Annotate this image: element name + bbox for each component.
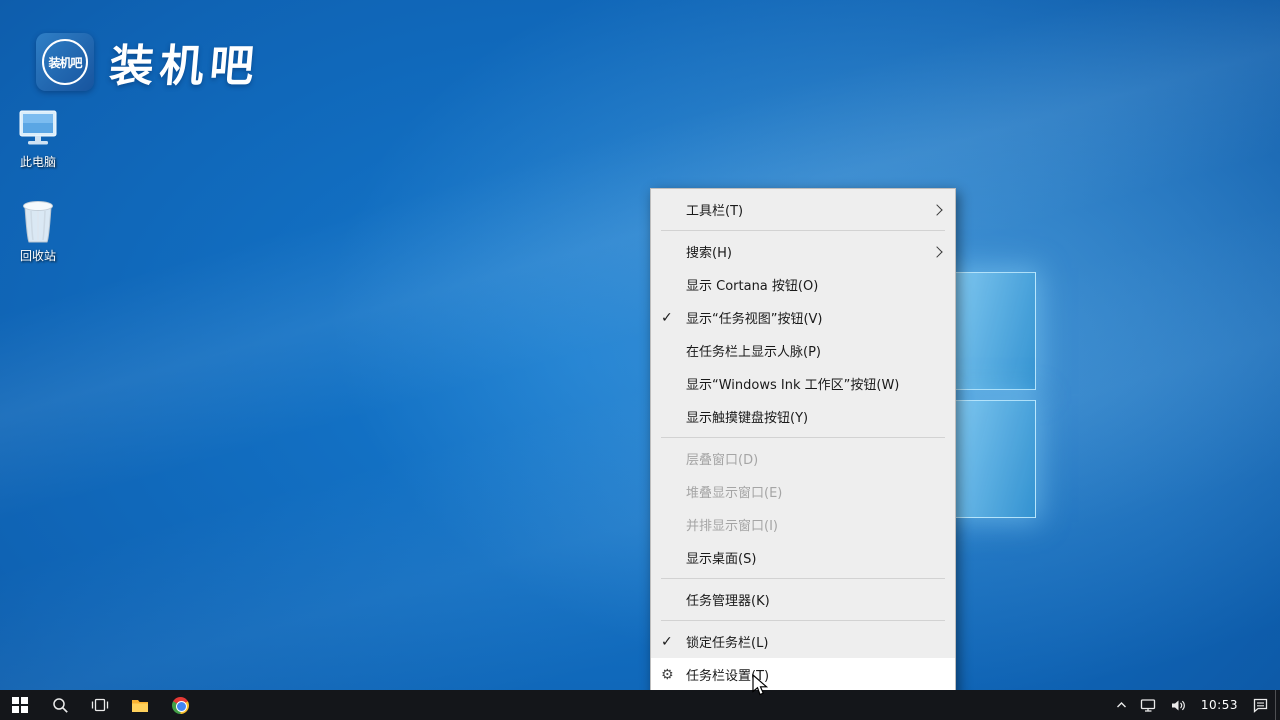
- taskbar: 10:53: [0, 690, 1280, 720]
- brand-badge-circle: 装机吧: [42, 39, 88, 85]
- menu-item-label: 锁定任务栏(L): [686, 632, 768, 651]
- system-tray: 10:53: [1109, 690, 1280, 720]
- brand-logo: 装机吧 装机吧: [36, 30, 260, 94]
- windows-logo-pane: [950, 272, 1036, 390]
- gear-icon: ⚙: [661, 667, 674, 683]
- menu-item-label: 并排显示窗口(I): [686, 515, 778, 534]
- menu-item-label: 在任务栏上显示人脉(P): [686, 341, 821, 360]
- menu-item-search[interactable]: 搜索(H): [651, 235, 955, 268]
- menu-item-label: 显示“任务视图”按钮(V): [686, 308, 823, 327]
- show-desktop-button[interactable]: [1275, 690, 1280, 720]
- taskbar-left: [0, 690, 200, 720]
- desktop: 装机吧 装机吧 此电脑 回收站: [0, 0, 1280, 720]
- menu-separator: [661, 578, 945, 579]
- menu-item-label: 层叠窗口(D): [686, 449, 758, 468]
- menu-item-label: 显示 Cortana 按钮(O): [686, 275, 818, 294]
- brand-badge-icon: 装机吧: [36, 33, 94, 91]
- menu-item-show-people[interactable]: 在任务栏上显示人脉(P): [651, 334, 955, 367]
- volume-button[interactable]: [1164, 690, 1193, 720]
- action-center-button[interactable]: [1246, 690, 1275, 720]
- menu-item-label: 搜索(H): [686, 242, 732, 261]
- chevron-up-icon: [1115, 699, 1128, 711]
- menu-item-lock-taskbar[interactable]: ✓ 锁定任务栏(L): [651, 625, 955, 658]
- menu-separator: [661, 437, 945, 438]
- windows-logo-pane: [950, 400, 1036, 518]
- network-display-button[interactable]: [1134, 690, 1164, 720]
- menu-item-show-desktop[interactable]: 显示桌面(S): [651, 541, 955, 574]
- chrome-button[interactable]: [160, 690, 200, 720]
- volume-icon: [1170, 698, 1187, 713]
- network-display-icon: [1140, 698, 1158, 713]
- check-icon: ✓: [661, 634, 673, 650]
- menu-item-label: 显示“Windows Ink 工作区”按钮(W): [686, 374, 899, 393]
- recycle-bin-icon: [8, 198, 68, 244]
- file-explorer-icon: [131, 698, 149, 713]
- menu-item-toolbars[interactable]: 工具栏(T): [651, 193, 955, 226]
- desktop-icon-this-pc[interactable]: 此电脑: [8, 104, 68, 170]
- this-pc-icon: [8, 104, 68, 150]
- menu-item-show-cortana[interactable]: 显示 Cortana 按钮(O): [651, 268, 955, 301]
- chrome-icon: [172, 697, 189, 714]
- menu-item-label: 堆叠显示窗口(E): [686, 482, 782, 501]
- file-explorer-button[interactable]: [120, 690, 160, 720]
- action-center-icon: [1252, 697, 1269, 713]
- clock[interactable]: 10:53: [1193, 698, 1246, 712]
- check-icon: ✓: [661, 310, 673, 326]
- menu-item-label: 显示触摸键盘按钮(Y): [686, 407, 808, 426]
- menu-separator: [661, 620, 945, 621]
- menu-item-taskbar-settings[interactable]: ⚙ 任务栏设置(T): [651, 658, 955, 691]
- tray-expand-button[interactable]: [1109, 690, 1134, 720]
- menu-item-show-windows-ink[interactable]: 显示“Windows Ink 工作区”按钮(W): [651, 367, 955, 400]
- search-button[interactable]: [40, 690, 80, 720]
- taskbar-context-menu: 工具栏(T) 搜索(H) 显示 Cortana 按钮(O) ✓ 显示“任务视图”…: [650, 188, 956, 696]
- windows-start-icon: [12, 697, 28, 713]
- desktop-icon-label: 此电脑: [8, 153, 68, 170]
- menu-item-label: 显示桌面(S): [686, 548, 756, 567]
- wallpaper-light-beam: [0, 150, 1280, 720]
- menu-item-cascade-windows: 层叠窗口(D): [651, 442, 955, 475]
- desktop-icon-label: 回收站: [8, 247, 68, 264]
- task-view-button[interactable]: [80, 690, 120, 720]
- menu-separator: [661, 230, 945, 231]
- menu-item-label: 工具栏(T): [686, 200, 743, 219]
- search-icon: [52, 697, 69, 714]
- menu-item-label: 任务管理器(K): [686, 590, 770, 609]
- chevron-right-icon: [931, 204, 942, 215]
- chevron-right-icon: [931, 246, 942, 257]
- menu-item-show-touch-keyboard[interactable]: 显示触摸键盘按钮(Y): [651, 400, 955, 433]
- menu-item-task-manager[interactable]: 任务管理器(K): [651, 583, 955, 616]
- task-view-icon: [91, 697, 109, 713]
- menu-item-side-by-side-windows: 并排显示窗口(I): [651, 508, 955, 541]
- menu-item-label: 任务栏设置(T): [686, 665, 769, 684]
- brand-title: 装机吧: [107, 30, 263, 94]
- menu-item-show-task-view[interactable]: ✓ 显示“任务视图”按钮(V): [651, 301, 955, 334]
- menu-item-stack-windows: 堆叠显示窗口(E): [651, 475, 955, 508]
- desktop-icon-recycle-bin[interactable]: 回收站: [8, 198, 68, 264]
- brand-badge-text: 装机吧: [48, 54, 81, 71]
- start-button[interactable]: [0, 690, 40, 720]
